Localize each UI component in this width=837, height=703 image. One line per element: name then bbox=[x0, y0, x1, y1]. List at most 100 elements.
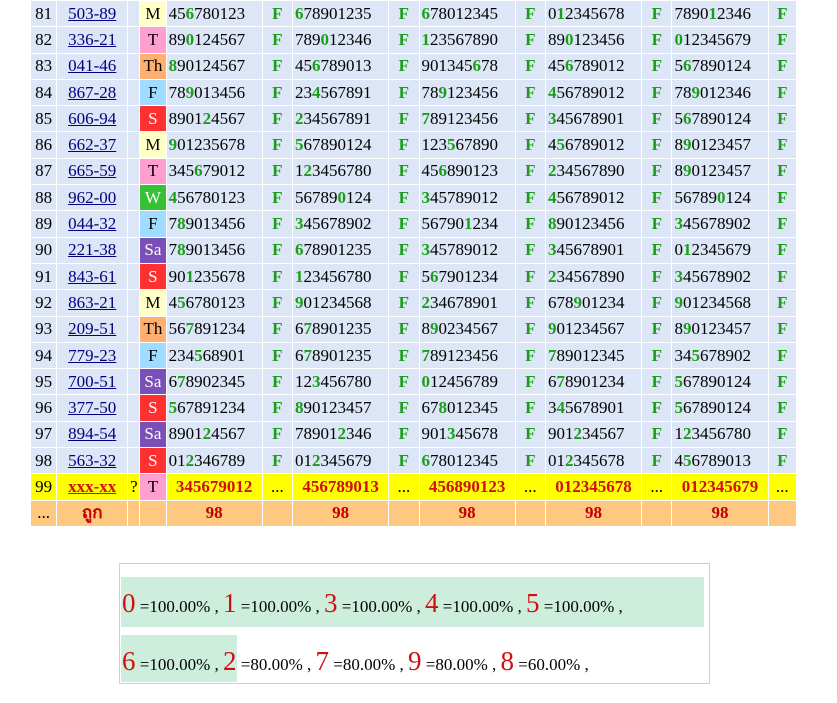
unknown-mark: ? bbox=[127, 473, 141, 501]
stats-line-2: 6 =100.00% , 2 =80.00% , 7 =80.00% , 9 =… bbox=[122, 646, 589, 677]
draw-code-link[interactable]: 894-54 bbox=[68, 424, 116, 443]
day-badge: T bbox=[139, 473, 167, 501]
draw-code-link[interactable]: 503-89 bbox=[68, 4, 116, 23]
number-cell: 567890124 bbox=[292, 184, 390, 212]
flag-cell: F bbox=[514, 394, 546, 422]
number-cell: 345678901 bbox=[544, 236, 643, 264]
draw-code-link[interactable]: 700-51 bbox=[68, 372, 116, 391]
draw-code-link[interactable]: 867-28 bbox=[68, 83, 116, 102]
row-number: 97 bbox=[29, 420, 58, 449]
draw-code-link[interactable]: xxx-xx bbox=[68, 477, 116, 496]
row-number: 93 bbox=[29, 315, 58, 343]
flag-cell: F bbox=[388, 157, 420, 186]
table-row: 82 336-21 T 890124567 F 789012346 F 123567890 F 8… bbox=[29, 26, 798, 54]
hit-count: 98 bbox=[671, 499, 769, 527]
flag-cell: F bbox=[767, 105, 798, 133]
draw-code-link[interactable]: 221-38 bbox=[68, 240, 116, 259]
spacer-cell bbox=[127, 341, 141, 370]
draw-code-link[interactable]: 843-61 bbox=[68, 267, 116, 286]
number-cell: 012346789 bbox=[165, 447, 263, 475]
flag-cell: F bbox=[261, 236, 294, 264]
day-badge: F bbox=[139, 78, 167, 107]
row-number: 98 bbox=[29, 447, 58, 475]
number-cell: 789123456 bbox=[418, 78, 516, 107]
draw-code-link[interactable]: 044-32 bbox=[68, 214, 116, 233]
draw-code-link[interactable]: 563-32 bbox=[68, 451, 116, 470]
draw-code-link[interactable]: 863-21 bbox=[68, 293, 116, 312]
flag-cell: F bbox=[767, 447, 798, 475]
flag-cell: F bbox=[388, 0, 420, 28]
hit-count: 98 bbox=[292, 499, 390, 527]
number-cell: 456780123 bbox=[165, 184, 263, 212]
flag-cell: F bbox=[767, 52, 798, 80]
number-cell: 012345678 bbox=[544, 447, 643, 475]
flag-cell: F bbox=[388, 315, 420, 343]
draw-code-cell: 863-21 bbox=[56, 289, 129, 317]
digit-value: 5 bbox=[526, 588, 540, 618]
flag-cell: F bbox=[261, 0, 294, 28]
number-cell: 678901235 bbox=[292, 0, 390, 28]
digit-stat: 9 =80.00% , bbox=[408, 646, 496, 676]
day-badge: Sa bbox=[139, 368, 167, 396]
number-cell: 567901234 bbox=[418, 262, 516, 291]
row-number: 94 bbox=[29, 341, 58, 370]
number-cell: 678901235 bbox=[292, 315, 390, 343]
flag-cell: F bbox=[388, 262, 420, 291]
day-badge: W bbox=[139, 184, 167, 212]
number-cell: 012345679 bbox=[292, 447, 390, 475]
spacer-cell bbox=[127, 368, 141, 396]
digit-stat: 0 =100.00% , bbox=[122, 588, 219, 618]
row-number: ... bbox=[29, 499, 58, 527]
draw-code-link[interactable]: 779-23 bbox=[68, 346, 116, 365]
number-cell: 456780123 bbox=[165, 0, 263, 28]
table-row: 96 377-50 S 567891234 F 890123457 F 678012345 F 3… bbox=[29, 394, 798, 422]
number-cell: 890124567 bbox=[165, 420, 263, 449]
flag-cell: F bbox=[514, 78, 546, 107]
day-badge: Th bbox=[139, 315, 167, 343]
flag-cell: F bbox=[388, 131, 420, 159]
digit-stat: 5 =100.00% , bbox=[526, 588, 623, 618]
flag-cell: F bbox=[261, 368, 294, 396]
flag-cell: F bbox=[514, 105, 546, 133]
draw-code-link[interactable]: 377-50 bbox=[68, 398, 116, 417]
draw-code-cell: 779-23 bbox=[56, 341, 129, 370]
flag-cell: F bbox=[388, 236, 420, 264]
draw-code-link[interactable]: 662-37 bbox=[68, 135, 116, 154]
draw-code-cell: 221-38 bbox=[56, 236, 129, 264]
spacer-cell bbox=[127, 131, 141, 159]
flag-cell: F bbox=[261, 420, 294, 449]
flag-cell: F bbox=[261, 184, 294, 212]
draw-code-link[interactable]: 962-00 bbox=[68, 188, 116, 207]
draw-code-cell: 962-00 bbox=[56, 184, 129, 212]
number-cell: 345789012 bbox=[418, 236, 516, 264]
draw-code-link[interactable]: 665-59 bbox=[68, 161, 116, 180]
draw-code-link[interactable]: 336-21 bbox=[68, 30, 116, 49]
draw-code-link[interactable]: 606-94 bbox=[68, 109, 116, 128]
number-cell: 901234568 bbox=[671, 289, 769, 317]
day-badge: Th bbox=[139, 52, 167, 80]
flag-cell: F bbox=[388, 341, 420, 370]
table-row: 91 843-61 S 901235678 F 123456780 F 567901234 F 2… bbox=[29, 262, 798, 291]
table-row: 85 606-94 S 890124567 F 234567891 F 789123456 F 3… bbox=[29, 105, 798, 133]
draw-code-link[interactable]: 209-51 bbox=[68, 319, 116, 338]
flag-cell: F bbox=[261, 262, 294, 291]
day-badge: F bbox=[139, 210, 167, 238]
flag-cell: F bbox=[261, 210, 294, 238]
row-number: 87 bbox=[29, 157, 58, 186]
digit-value: 4 bbox=[425, 588, 439, 618]
row-number: 89 bbox=[29, 210, 58, 238]
flag-cell: F bbox=[388, 289, 420, 317]
number-cell: 345679012 bbox=[165, 157, 263, 186]
number-cell: 567901234 bbox=[418, 210, 516, 238]
number-cell: 890123457 bbox=[671, 315, 769, 343]
flag-cell: F bbox=[261, 157, 294, 186]
draw-code-cell: 606-94 bbox=[56, 105, 129, 133]
draw-code-cell: 700-51 bbox=[56, 368, 129, 396]
spacer-cell bbox=[127, 0, 141, 28]
draw-code-link[interactable]: 041-46 bbox=[68, 56, 116, 75]
flag-cell: F bbox=[514, 315, 546, 343]
digit-percent: =100.00% , bbox=[539, 597, 623, 616]
spacer-cell bbox=[127, 105, 141, 133]
flag-cell: F bbox=[641, 210, 673, 238]
number-cell: 890234567 bbox=[418, 315, 516, 343]
